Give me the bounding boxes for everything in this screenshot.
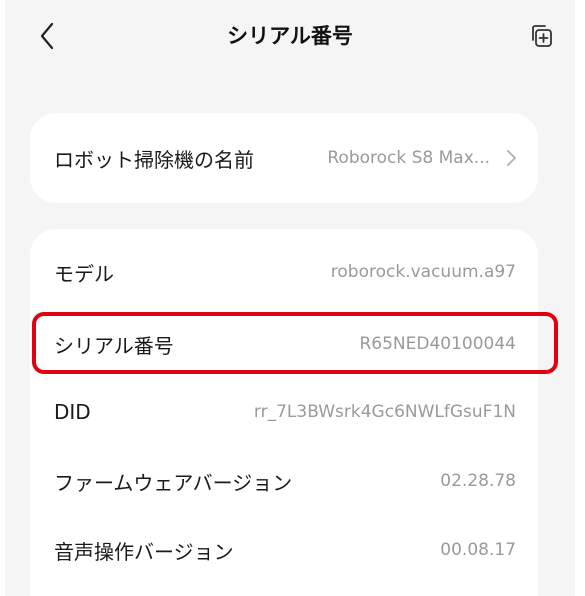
info-row-did: DID rr_7L3BWsrk4Gc6NWLfGsuF1N xyxy=(30,392,538,432)
robot-name-label: ロボット掃除機の名前 xyxy=(54,147,254,172)
robot-name-row[interactable]: ロボット掃除機の名前 Roborock S8 Max... xyxy=(30,138,538,178)
page-title: シリアル番号 xyxy=(227,24,353,48)
serial-value: R65NED40100044 xyxy=(359,334,516,354)
chevron-right-icon xyxy=(507,150,516,166)
voice-version-label: 音声操作バージョン xyxy=(54,539,234,564)
device-info-card: モデル roborock.vacuum.a97 シリアル番号 R65NED401… xyxy=(30,229,538,596)
did-value: rr_7L3BWsrk4Gc6NWLfGsuF1N xyxy=(253,402,516,422)
info-row-serial: シリアル番号 R65NED40100044 xyxy=(30,324,538,364)
screen: シリアル番号 ロボット掃除機の名前 Roborock S8 Max... モデル… xyxy=(0,0,585,596)
firmware-value: 02.28.78 xyxy=(440,471,516,491)
voice-version-value: 00.08.17 xyxy=(440,540,516,560)
robot-name-value: Roborock S8 Max... xyxy=(327,148,490,168)
model-value: roborock.vacuum.a97 xyxy=(330,262,516,282)
copy-add-icon xyxy=(532,25,552,47)
copy-button[interactable] xyxy=(525,20,557,52)
did-label: DID xyxy=(54,400,91,424)
model-label: モデル xyxy=(54,261,114,286)
info-row-voice: 音声操作バージョン 00.08.17 xyxy=(30,530,538,570)
info-row-model: モデル roborock.vacuum.a97 xyxy=(30,252,538,292)
header-bar: シリアル番号 xyxy=(5,0,575,76)
serial-label: シリアル番号 xyxy=(54,333,174,358)
robot-name-card: ロボット掃除機の名前 Roborock S8 Max... xyxy=(30,113,538,203)
info-row-firmware: ファームウェアバージョン 02.28.78 xyxy=(30,461,538,501)
firmware-label: ファームウェアバージョン xyxy=(54,470,293,495)
